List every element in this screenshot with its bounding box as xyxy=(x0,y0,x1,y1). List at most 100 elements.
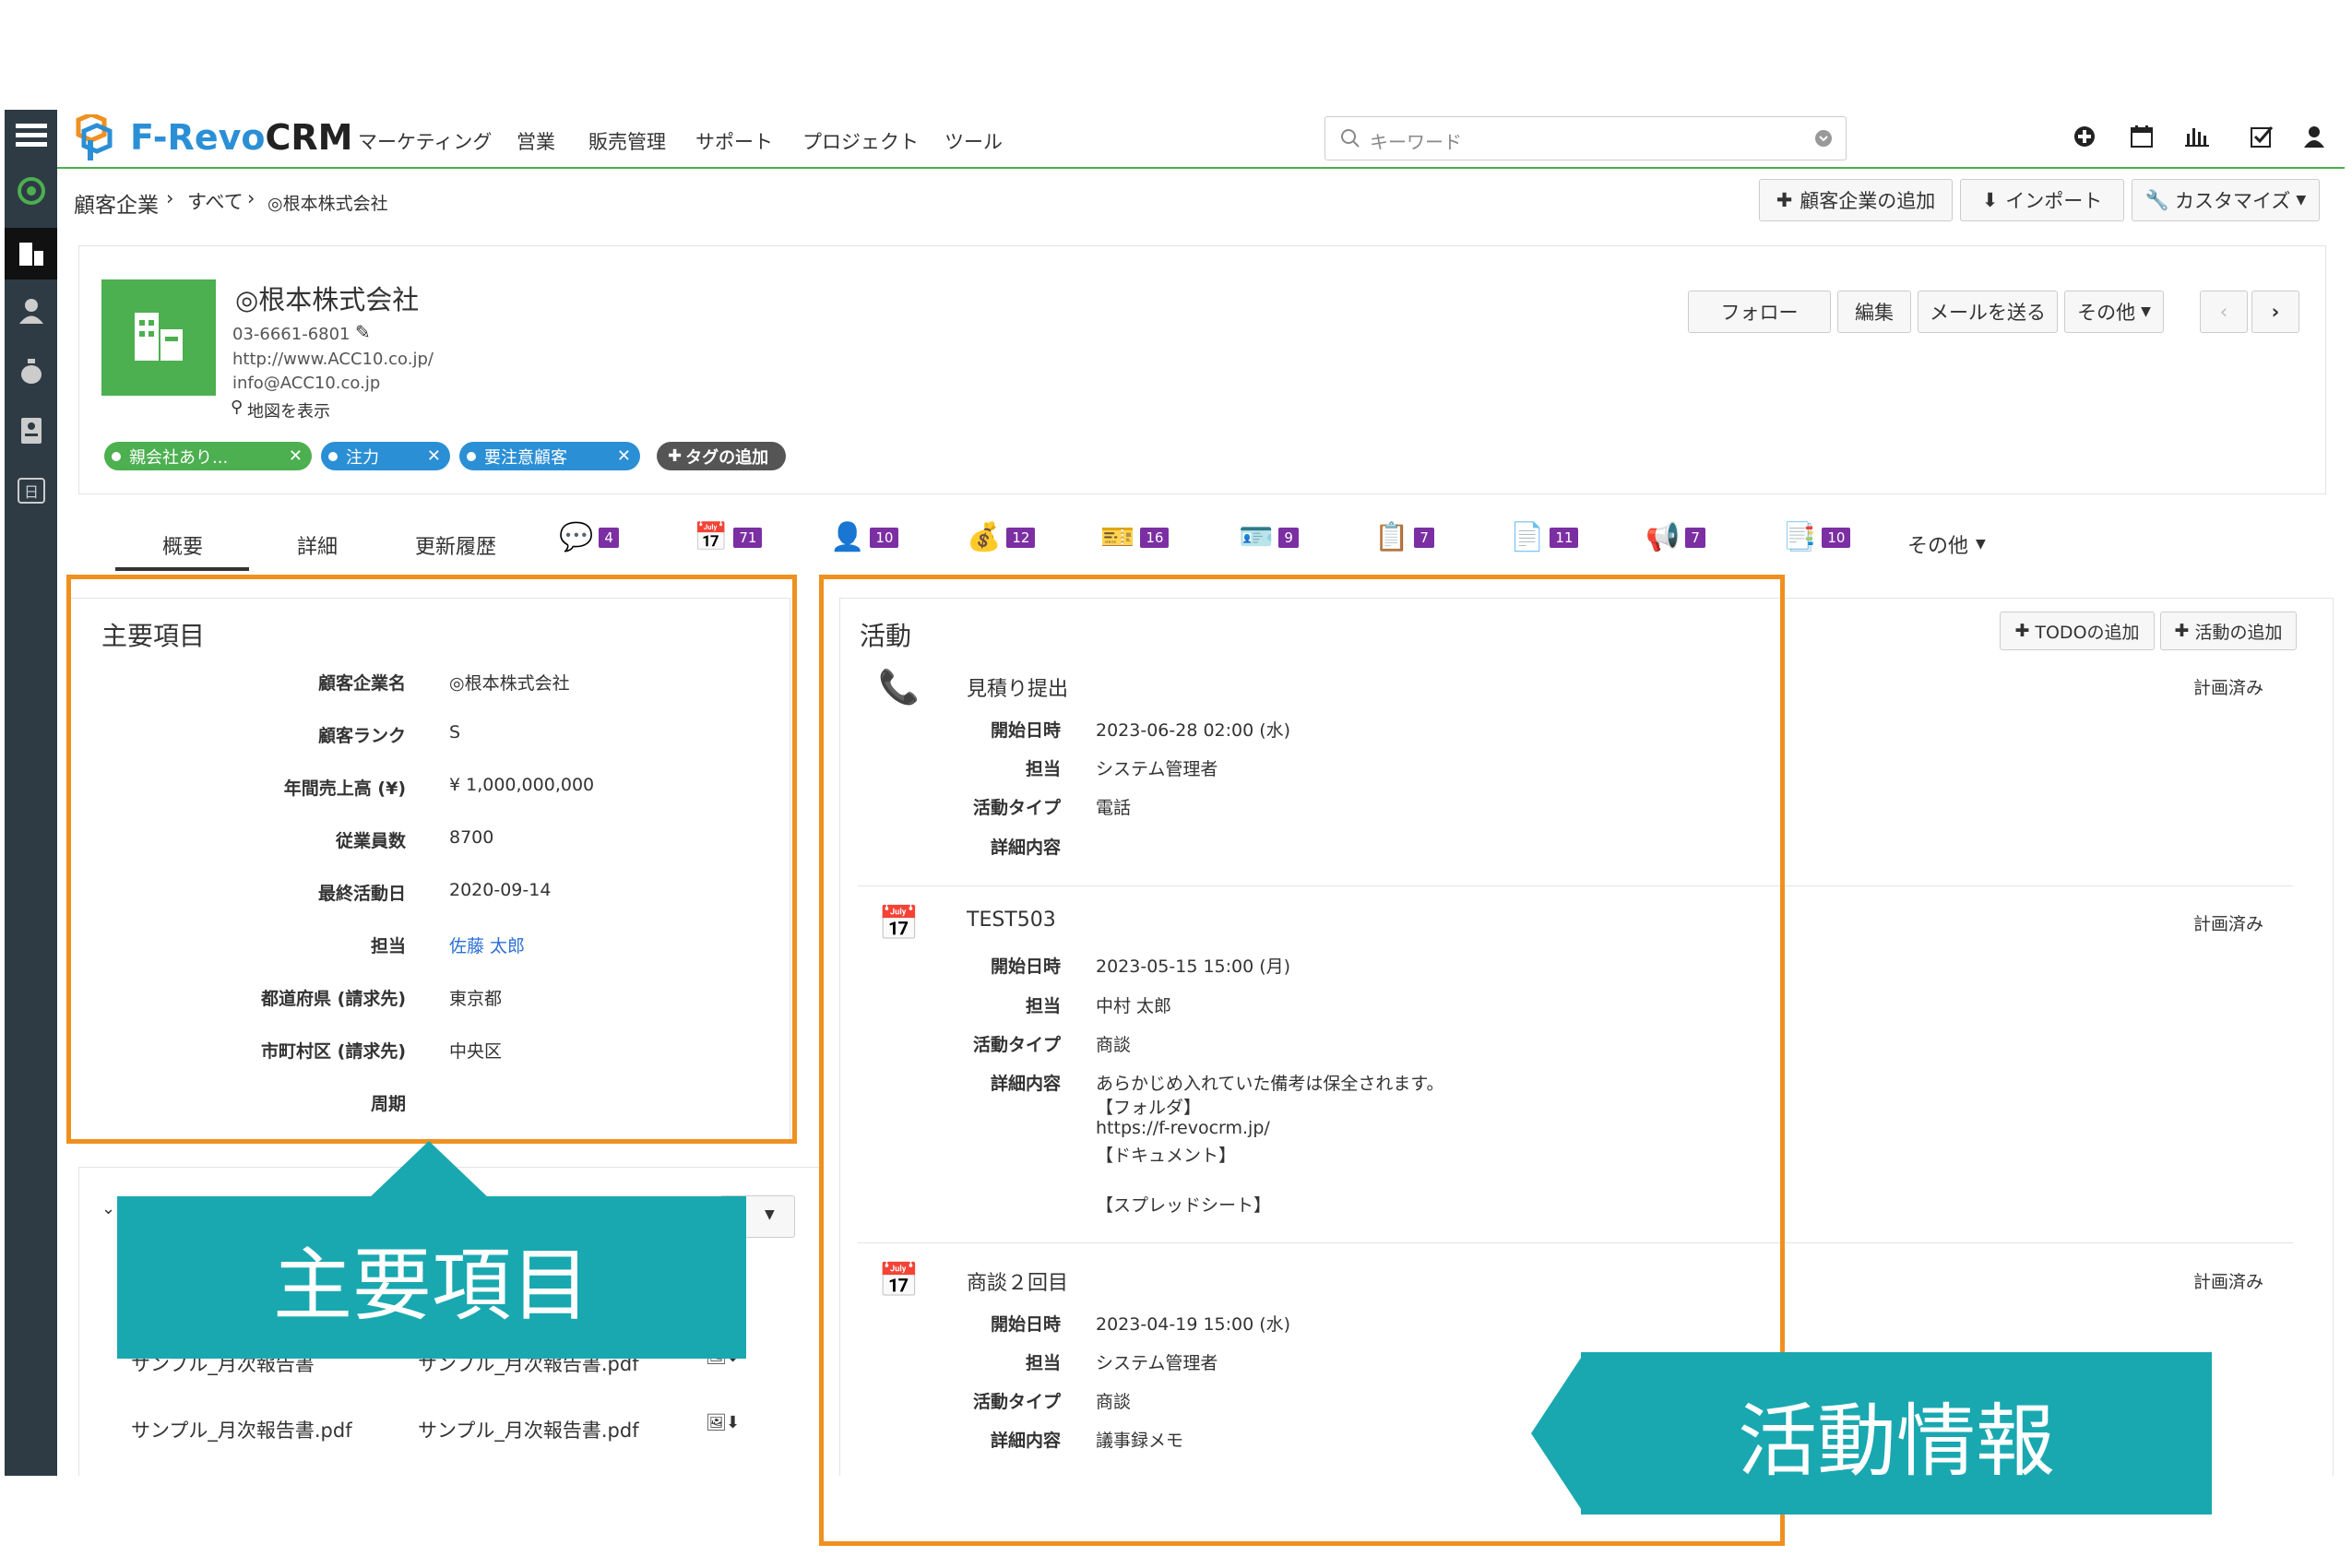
tab-documents[interactable]: 📑 10 xyxy=(1782,521,1851,553)
edit-button[interactable]: 編集 xyxy=(1837,291,1911,333)
chevron-left-icon: ‹ xyxy=(2219,301,2228,323)
breadcrumb-separator: › xyxy=(166,187,174,209)
tag-remove-icon[interactable]: ✕ xyxy=(289,446,303,466)
tab-contact-cards[interactable]: 🪪 9 xyxy=(1239,521,1299,553)
app-name-part1: F-Revo xyxy=(130,117,266,158)
home-target-icon[interactable] xyxy=(5,165,57,217)
quick-create-plus-icon[interactable] xyxy=(2069,121,2100,152)
plus-icon: ✚ xyxy=(1776,189,1793,211)
document-icon: 📑 xyxy=(1782,521,1817,553)
svg-text:日: 日 xyxy=(23,483,38,501)
download-icon: ⬇ xyxy=(1981,189,1999,211)
id-card-icon: 🪪 xyxy=(1239,521,1274,553)
tag-remove-icon[interactable]: ✕ xyxy=(427,446,441,466)
document-filename: サンプル_月次報告書.pdf xyxy=(418,1420,639,1442)
record-website[interactable]: http://www.ACC10.co.jp/ xyxy=(232,350,434,369)
activity-info-callout: 活動情報 xyxy=(1581,1352,2212,1515)
breadcrumb-record: ◎根本株式会社 xyxy=(267,194,388,214)
contacts-person-icon[interactable] xyxy=(5,285,57,337)
chevron-down-icon: ▼ xyxy=(1976,537,1986,552)
app-logo[interactable]: F-RevoCRM xyxy=(69,114,352,160)
search-options-icon[interactable] xyxy=(1814,129,1833,148)
nav-project[interactable]: プロジェクト xyxy=(802,127,919,155)
nav-tools[interactable]: ツール xyxy=(944,127,1003,155)
key-fields-callout: 主要項目 xyxy=(117,1196,746,1359)
map-link[interactable]: 地図を表示 xyxy=(247,398,330,422)
record-phone: 03-6661-6801 xyxy=(232,325,350,344)
edit-pencil-icon[interactable]: ✎ xyxy=(355,321,371,343)
tag-parent-company[interactable]: 親会社あり... ✕ xyxy=(104,442,312,470)
send-mail-button[interactable]: メールを送る xyxy=(1918,291,2058,333)
breadcrumb-view[interactable]: すべて xyxy=(187,187,244,215)
calendar-icon: 📅 xyxy=(694,521,729,553)
user-profile-icon[interactable] xyxy=(2299,121,2330,152)
previous-record-button[interactable]: ‹ xyxy=(2200,291,2248,333)
collapse-chevron-icon[interactable]: ⌄ xyxy=(101,1199,115,1218)
customize-button[interactable]: 🔧 カスタマイズ ▼ xyxy=(2132,179,2320,221)
tab-comments[interactable]: 💬 4 xyxy=(559,521,619,553)
callout-pointer-left xyxy=(1531,1352,1585,1515)
tab-history[interactable]: 更新履歴 xyxy=(415,530,496,560)
tab-summary[interactable]: 概要 xyxy=(162,530,203,560)
tag-focus[interactable]: 注力 ✕ xyxy=(321,442,450,470)
calendar-day-icon[interactable]: 日 xyxy=(5,465,57,517)
import-button[interactable]: ⬇ インポート xyxy=(1960,179,2124,221)
wrench-icon: 🔧 xyxy=(2144,188,2169,211)
calendar-icon[interactable] xyxy=(2126,121,2157,152)
tab-tickets[interactable]: 🎫 16 xyxy=(1100,521,1170,553)
breadcrumb-module[interactable]: 顧客企業 xyxy=(74,187,159,219)
tab-campaigns[interactable]: 📢 7 xyxy=(1645,521,1705,553)
tab-more[interactable]: その他 ▼ xyxy=(1907,529,1986,559)
sales-order-icon: 📋 xyxy=(1374,521,1409,553)
chevron-down-icon: ▼ xyxy=(765,1207,775,1222)
tag-caution[interactable]: 要注意顧客 ✕ xyxy=(459,442,640,470)
chevron-right-icon: › xyxy=(2271,301,2280,323)
callout-pointer-up xyxy=(369,1141,489,1198)
tab-invoices[interactable]: 📄 11 xyxy=(1510,521,1579,553)
reports-chart-icon[interactable] xyxy=(2181,121,2213,152)
tab-detail[interactable]: 詳細 xyxy=(297,530,338,560)
hamburger-menu-icon[interactable] xyxy=(5,110,57,161)
document-title[interactable]: サンプル_月次報告書.pdf xyxy=(131,1416,352,1443)
add-activity-button[interactable]: ✚ 活動の追加 xyxy=(2160,612,2297,650)
add-todo-button[interactable]: ✚ TODOの追加 xyxy=(2000,612,2155,650)
add-account-button[interactable]: ✚ 顧客企業の追加 xyxy=(1759,179,1953,221)
tab-activities[interactable]: 📅 71 xyxy=(694,521,763,553)
tab-opportunities[interactable]: 💰 12 xyxy=(967,521,1036,553)
tab-contacts[interactable]: 👤 10 xyxy=(830,521,899,553)
add-tag-button[interactable]: ✚ タグの追加 xyxy=(657,442,786,470)
left-sidebar: 日 xyxy=(5,110,57,1476)
preview-image-icon[interactable]: 🖼 xyxy=(706,1413,727,1432)
tag-remove-icon[interactable]: ✕ xyxy=(617,446,631,466)
search-box[interactable]: キーワード xyxy=(1324,116,1847,160)
tab-sales-orders[interactable]: 📋 7 xyxy=(1374,521,1434,553)
opportunities-moneybag-icon[interactable] xyxy=(5,345,57,397)
contacts-card-icon[interactable] xyxy=(5,405,57,457)
megaphone-icon: 📢 xyxy=(1645,521,1681,553)
activity-status: 計画済み xyxy=(2193,914,2264,934)
active-tab-indicator xyxy=(115,567,249,571)
chevron-down-icon: ▼ xyxy=(2141,304,2151,319)
search-placeholder: キーワード xyxy=(1370,131,1462,153)
follow-button[interactable]: フォロー xyxy=(1688,291,1831,333)
app-name-part2: CRM xyxy=(265,117,353,158)
nav-sales[interactable]: 営業 xyxy=(517,127,555,155)
record-name: ◎根本株式会社 xyxy=(235,284,420,315)
next-record-button[interactable]: › xyxy=(2251,291,2299,333)
accounts-building-icon[interactable] xyxy=(5,228,57,279)
account-building-icon xyxy=(101,279,216,396)
person-icon: 👤 xyxy=(830,521,865,553)
nav-inventory[interactable]: 販売管理 xyxy=(588,127,666,155)
invoice-icon: 📄 xyxy=(1510,521,1545,553)
plus-icon: ✚ xyxy=(2014,621,2030,641)
more-actions-button[interactable]: その他 ▼ xyxy=(2064,291,2164,333)
download-icon[interactable]: ⬇ xyxy=(726,1413,740,1432)
nav-support[interactable]: サポート xyxy=(695,127,773,155)
search-icon xyxy=(1341,129,1360,148)
moneybag-icon: 💰 xyxy=(967,521,1002,553)
breadcrumb-separator-2: › xyxy=(247,187,255,209)
nav-marketing[interactable]: マーケティング xyxy=(358,127,492,155)
record-email[interactable]: info@ACC10.co.jp xyxy=(232,374,380,393)
plus-icon: ✚ xyxy=(2174,621,2190,641)
tasks-checkbox-icon[interactable] xyxy=(2246,121,2277,152)
